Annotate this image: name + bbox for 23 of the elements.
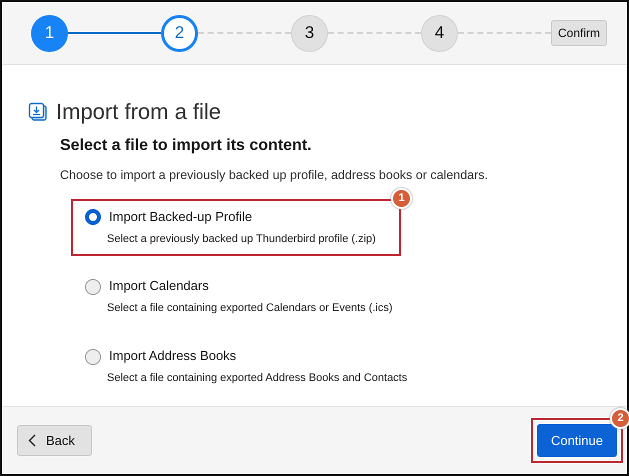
radio-button[interactable] <box>85 278 101 295</box>
radio-button[interactable] <box>85 348 101 365</box>
option-label[interactable]: Import Calendars <box>109 278 209 296</box>
option-hint: Select a file containing exported Calendars or Events (.ics) <box>107 301 393 316</box>
import-file-icon <box>28 102 48 122</box>
option-hint: Select a file containing exported Address Books and Contacts <box>107 371 408 386</box>
confirm-button[interactable]: Confirm <box>551 20 608 46</box>
callout-badge: 1 <box>391 188 412 209</box>
description-text: Choose to import a previously backed up profile, address books or calendars. <box>60 167 490 184</box>
callout-badge: 2 <box>610 408 629 429</box>
step-circle[interactable]: 4 <box>421 14 458 52</box>
option-hint: Select a previously backed up Thunderbird profile (.zip) <box>107 232 377 246</box>
continue-button[interactable]: Continue <box>536 424 617 458</box>
option-label[interactable]: Import Backed-up Profile <box>109 208 252 226</box>
chevron-left-icon <box>28 434 36 447</box>
step-circle[interactable]: 2 <box>161 14 198 52</box>
option-label[interactable]: Import Address Books <box>109 348 236 366</box>
step-circle[interactable]: 3 <box>291 14 328 52</box>
back-button[interactable]: Back <box>17 424 92 456</box>
step-circle[interactable]: 1 <box>31 14 68 52</box>
radio-button[interactable] <box>85 209 101 226</box>
page-title: Import from a file <box>56 98 222 126</box>
section-heading: Select a file to import its content. <box>60 136 313 156</box>
